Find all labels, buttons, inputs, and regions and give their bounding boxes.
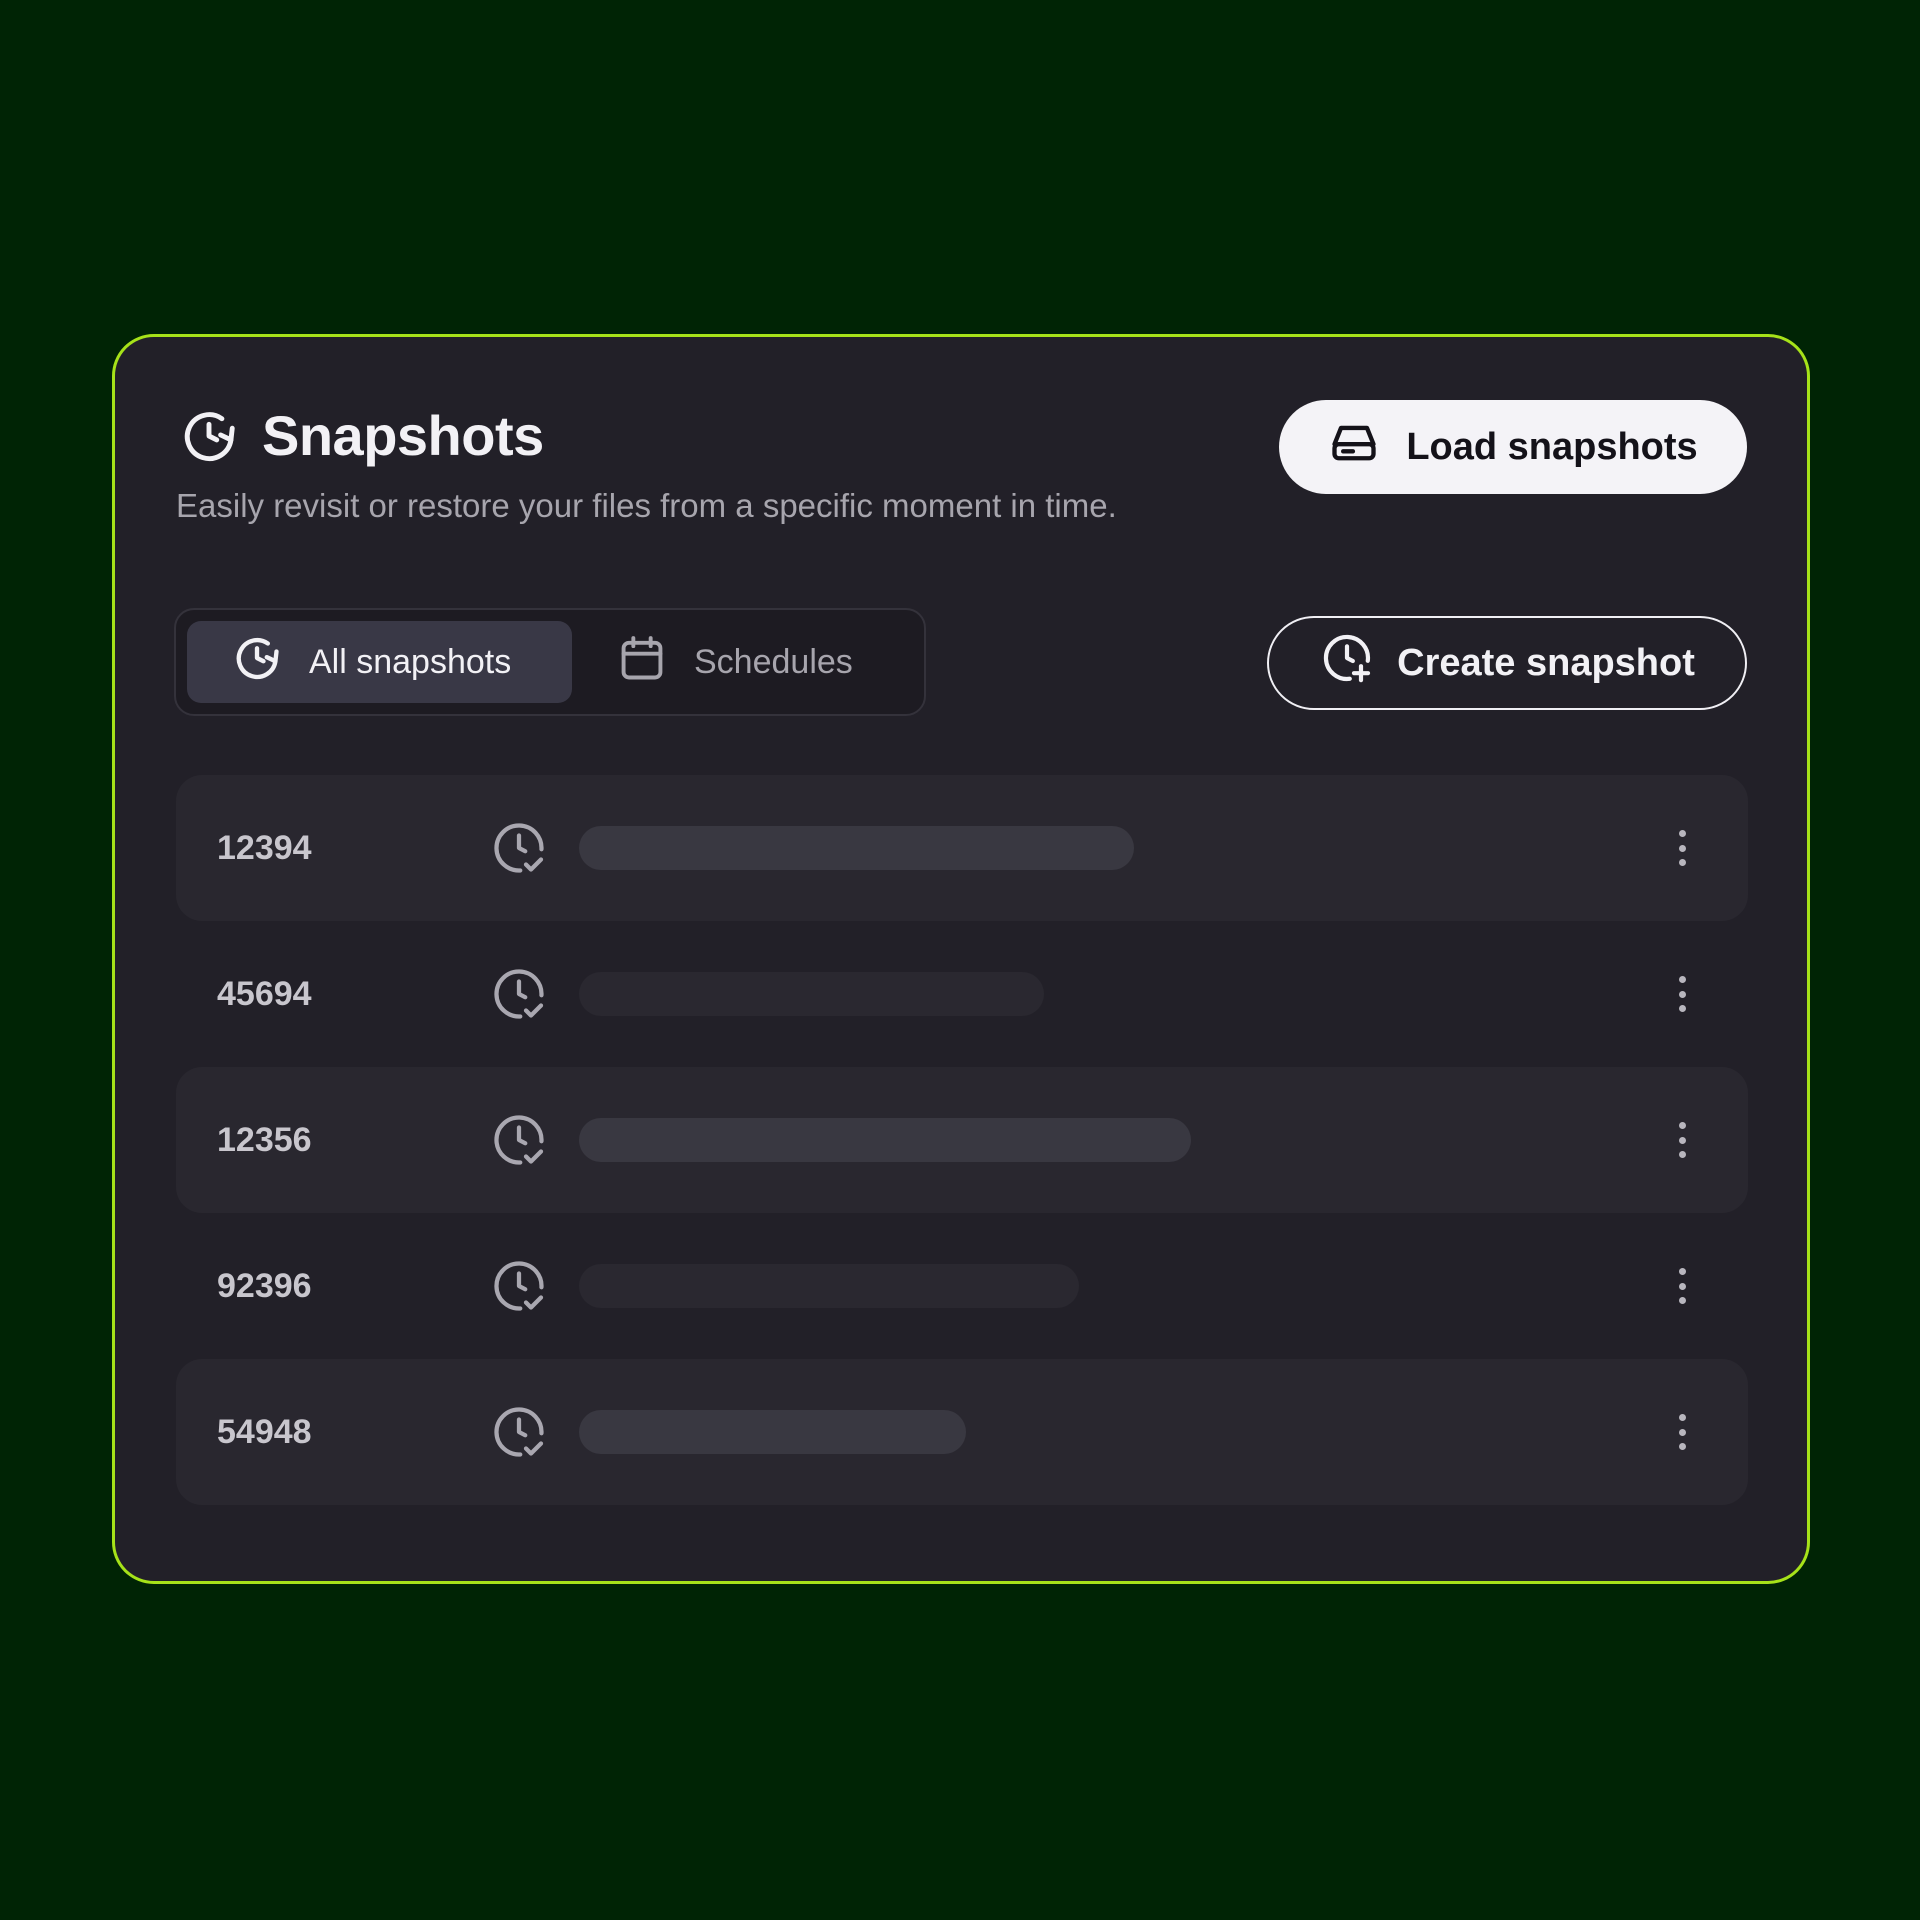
more-options-icon[interactable]: [1676, 830, 1688, 866]
view-tabs: All snapshots Schedules: [174, 608, 926, 716]
snapshot-id: 92396: [217, 1267, 312, 1305]
page-title: Snapshots: [262, 404, 544, 467]
placeholder-bar: [579, 972, 1044, 1016]
load-snapshots-button[interactable]: Load snapshots: [1279, 400, 1747, 494]
clock-refresh-icon: [178, 405, 240, 467]
create-snapshot-button[interactable]: Create snapshot: [1267, 616, 1747, 710]
list-item[interactable]: 54948: [176, 1359, 1748, 1505]
more-options-icon[interactable]: [1676, 976, 1688, 1012]
tab-label: All snapshots: [309, 642, 512, 681]
list-item[interactable]: 92396: [176, 1213, 1748, 1359]
snapshot-list: 12394 45694 12356 92396 54948: [176, 775, 1748, 1505]
snapshot-id: 12394: [217, 829, 312, 867]
calendar-icon: [616, 632, 668, 693]
placeholder-bar: [579, 826, 1134, 870]
clock-refresh-icon: [231, 632, 283, 693]
placeholder-bar: [579, 1264, 1079, 1308]
snapshot-id: 45694: [217, 975, 312, 1013]
tab-label: Schedules: [694, 642, 853, 681]
clock-check-icon: [489, 1256, 549, 1321]
clock-plus-icon: [1319, 630, 1375, 696]
more-options-icon[interactable]: [1676, 1414, 1688, 1450]
list-item[interactable]: 45694: [176, 921, 1748, 1067]
page-subtitle: Easily revisit or restore your files fro…: [176, 487, 1117, 524]
snapshots-card: Snapshots Easily revisit or restore your…: [112, 334, 1810, 1584]
title-row: Snapshots: [178, 403, 544, 468]
placeholder-bar: [579, 1410, 966, 1454]
tab-all-snapshots[interactable]: All snapshots: [187, 621, 572, 703]
more-options-icon[interactable]: [1676, 1122, 1688, 1158]
create-snapshot-label: Create snapshot: [1397, 641, 1695, 684]
more-options-icon[interactable]: [1676, 1268, 1688, 1304]
drive-icon: [1328, 416, 1380, 478]
snapshot-id: 12356: [217, 1121, 312, 1159]
clock-check-icon: [489, 964, 549, 1029]
snapshot-id: 54948: [217, 1413, 312, 1451]
clock-check-icon: [489, 1110, 549, 1175]
clock-check-icon: [489, 818, 549, 883]
placeholder-bar: [579, 1118, 1191, 1162]
list-item[interactable]: 12356: [176, 1067, 1748, 1213]
clock-check-icon: [489, 1402, 549, 1467]
list-item[interactable]: 12394: [176, 775, 1748, 921]
tab-schedules[interactable]: Schedules: [616, 621, 853, 703]
load-snapshots-label: Load snapshots: [1406, 425, 1698, 468]
